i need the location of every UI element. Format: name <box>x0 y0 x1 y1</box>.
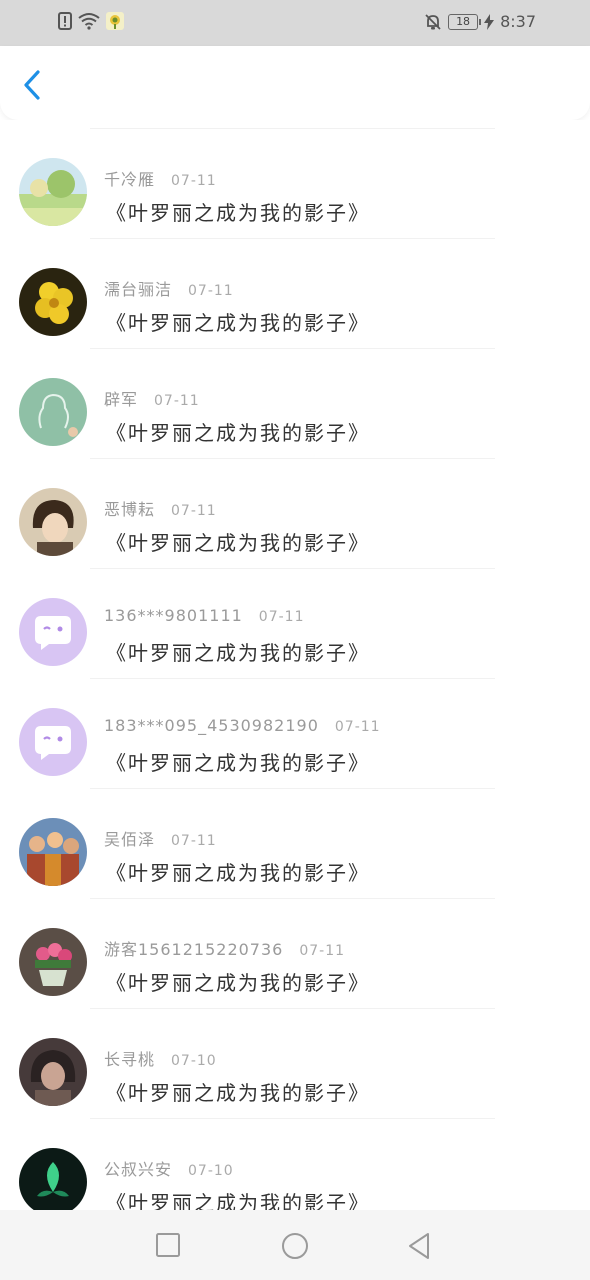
username[interactable]: 吴佰泽 <box>104 830 155 849</box>
comment-meta: 吴佰泽 07-11 <box>104 826 217 850</box>
recent-apps-icon <box>156 1233 180 1257</box>
status-left-icons <box>58 12 124 30</box>
list-item[interactable]: 辟军 07-11 《叶罗丽之成为我的影子》 <box>0 349 590 459</box>
username[interactable]: 恶博耘 <box>104 500 155 519</box>
comment-text: 《叶罗丽之成为我的影子》 <box>106 1191 370 1210</box>
comment-text: 《叶罗丽之成为我的影子》 <box>106 311 370 335</box>
header <box>0 46 590 120</box>
comment-text: 《叶罗丽之成为我的影子》 <box>106 1081 370 1105</box>
comment-text: 《叶罗丽之成为我的影子》 <box>106 751 370 775</box>
comment-meta: 恶博耘 07-11 <box>104 496 217 520</box>
comment-meta: 辟军 07-11 <box>104 386 200 410</box>
comment-date: 07-10 <box>171 1053 217 1069</box>
username[interactable]: 长寻桃 <box>104 1050 155 1069</box>
comment-date: 07-11 <box>171 173 217 189</box>
comment-text: 《叶罗丽之成为我的影子》 <box>106 861 370 885</box>
status-right-icons: 18 8:37 <box>424 12 536 31</box>
username[interactable]: 公叔兴安 <box>104 1160 172 1179</box>
list-item[interactable]: 千冷雁 07-11 《叶罗丽之成为我的影子》 <box>0 129 590 239</box>
default-chat-avatar[interactable] <box>19 598 87 666</box>
back-icon <box>409 1233 429 1259</box>
comment-text: 《叶罗丽之成为我的影子》 <box>106 531 370 555</box>
landscape-avatar[interactable] <box>19 158 87 226</box>
chevron-left-icon <box>24 70 40 100</box>
comment-meta: 濡台骊洁 07-11 <box>104 276 234 300</box>
comment-date: 07-11 <box>258 609 305 625</box>
chalkboard-avatar[interactable] <box>19 378 87 446</box>
back-button[interactable] <box>18 68 48 102</box>
list-item[interactable]: 长寻桃 07-10 《叶罗丽之成为我的影子》 <box>0 1009 590 1119</box>
username[interactable]: 濡台骊洁 <box>104 280 172 299</box>
comment-meta: 136***9801111 07-11 <box>104 606 304 625</box>
comment-date: 07-11 <box>171 833 217 849</box>
comment-date: 07-11 <box>154 393 200 409</box>
anime-boy-avatar[interactable] <box>19 488 87 556</box>
list-item[interactable]: 136***9801111 07-11 《叶罗丽之成为我的影子》 <box>0 569 590 679</box>
comment-text: 《叶罗丽之成为我的影子》 <box>106 421 370 445</box>
flower-pot-avatar[interactable] <box>19 928 87 996</box>
comment-date: 07-11 <box>299 943 346 959</box>
group-avatar[interactable] <box>19 818 87 886</box>
comment-meta: 183***095_4530982190 07-11 <box>104 716 381 735</box>
charging-icon <box>484 13 495 30</box>
comment-meta: 千冷雁 07-11 <box>104 166 217 190</box>
comment-date: 07-11 <box>171 503 217 519</box>
username[interactable]: 辟军 <box>104 390 138 409</box>
flower-avatar[interactable] <box>19 268 87 336</box>
comment-date: 07-10 <box>188 1163 234 1179</box>
home-button[interactable] <box>281 1232 309 1264</box>
username[interactable]: 136***9801111 <box>104 606 243 625</box>
list-item[interactable]: 183***095_4530982190 07-11 《叶罗丽之成为我的影子》 <box>0 679 590 789</box>
list-item[interactable]: 恶博耘 07-11 《叶罗丽之成为我的影子》 <box>0 459 590 569</box>
status-bar: 18 8:37 <box>0 0 590 46</box>
list-item[interactable]: 吴佰泽 07-11 《叶罗丽之成为我的影子》 <box>0 789 590 899</box>
username[interactable]: 游客1561215220736 <box>104 940 283 959</box>
comment-meta: 公叔兴安 07-10 <box>104 1156 234 1180</box>
recent-apps-button[interactable] <box>155 1232 181 1262</box>
default-chat-avatar[interactable] <box>19 708 87 776</box>
mute-bell-icon <box>425 13 441 30</box>
status-time: 8:37 <box>500 12 536 31</box>
alert-icon <box>58 12 72 30</box>
comment-meta: 游客1561215220736 07-11 <box>104 936 345 960</box>
comment-meta: 长寻桃 07-10 <box>104 1046 217 1070</box>
comment-text: 《叶罗丽之成为我的影子》 <box>106 201 370 225</box>
comment-date: 07-11 <box>334 719 381 735</box>
battery-icon: 18 <box>448 13 482 30</box>
comment-list[interactable]: 千冷雁 07-11 《叶罗丽之成为我的影子》 濡台骊洁 07-11 《叶罗丽之成为我… <box>0 120 590 1210</box>
back-nav-button[interactable] <box>406 1232 432 1264</box>
wifi-icon <box>78 13 100 30</box>
anime-girl-avatar[interactable] <box>19 1038 87 1106</box>
list-item[interactable]: 游客1561215220736 07-11 《叶罗丽之成为我的影子》 <box>0 899 590 1009</box>
username[interactable]: 千冷雁 <box>104 170 155 189</box>
comment-text: 《叶罗丽之成为我的影子》 <box>106 971 370 995</box>
system-nav-bar <box>0 1210 590 1280</box>
green-leaf-avatar[interactable] <box>19 1148 87 1210</box>
list-item[interactable]: 公叔兴安 07-10 《叶罗丽之成为我的影子》 <box>0 1119 590 1210</box>
home-icon <box>282 1233 308 1259</box>
comment-date: 07-11 <box>188 283 234 299</box>
username[interactable]: 183***095_4530982190 <box>104 716 319 735</box>
comment-text: 《叶罗丽之成为我的影子》 <box>106 641 370 665</box>
list-item[interactable]: 濡台骊洁 07-11 《叶罗丽之成为我的影子》 <box>0 239 590 349</box>
app-notification-icon <box>106 12 124 30</box>
